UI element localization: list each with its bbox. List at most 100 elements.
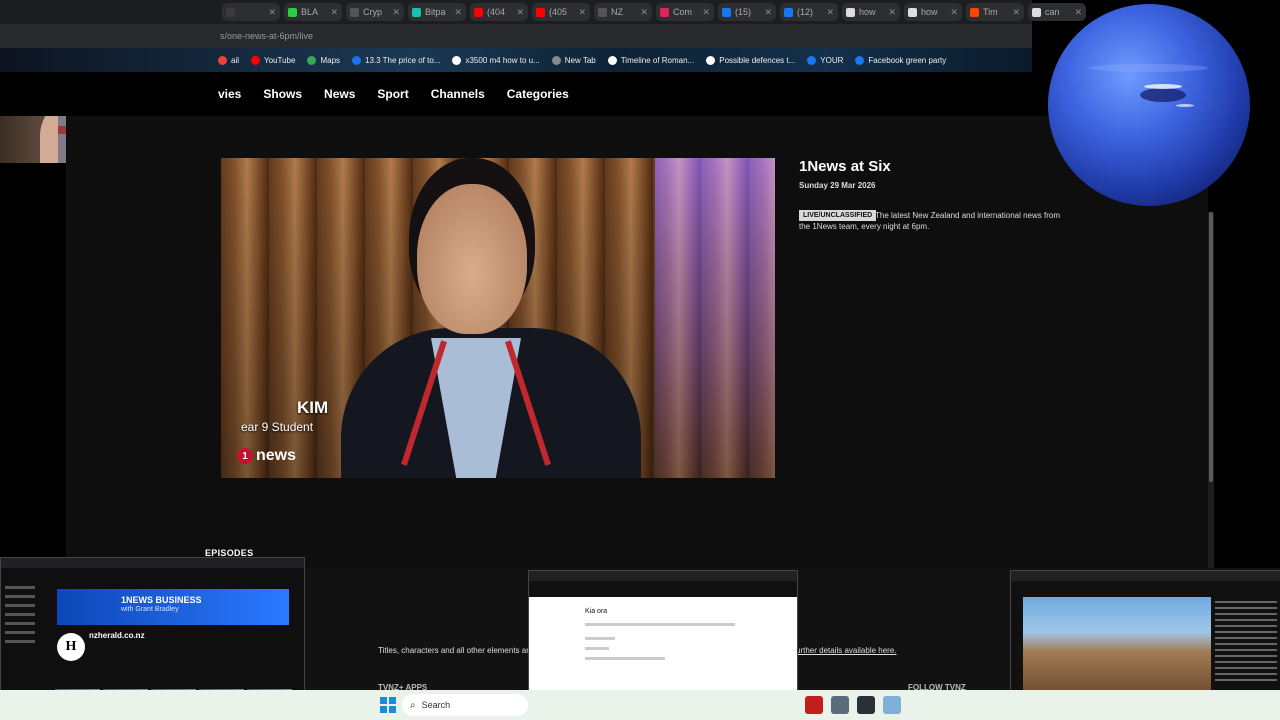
obs-icon[interactable]: [857, 696, 875, 714]
nav-item[interactable]: Shows: [263, 87, 302, 101]
tab-close-icon[interactable]: ✕: [888, 7, 896, 18]
kia-ora-heading: Kia ora: [585, 608, 608, 615]
footer-details-link[interactable]: urther details available here.: [796, 646, 897, 655]
nav-item[interactable]: Categories: [507, 87, 569, 101]
browser-tab[interactable]: (405 ✕: [532, 3, 590, 21]
page-scrollbar-thumb[interactable]: [1209, 212, 1213, 482]
nav-item[interactable]: News: [324, 87, 355, 101]
tab-label: Tim: [983, 7, 998, 17]
tab-close-icon[interactable]: ✕: [640, 7, 648, 18]
browser-tab[interactable]: Cryp ✕: [346, 3, 404, 21]
tab-label: NZ: [611, 7, 623, 17]
show-title: 1News at Six: [799, 158, 891, 175]
bookmark-favicon-icon: [352, 55, 362, 65]
bookmark-favicon-icon: [251, 55, 261, 65]
lower-third-name: KIM: [297, 398, 329, 417]
tab-close-icon[interactable]: ✕: [950, 7, 958, 18]
address-bar[interactable]: s/one-news-at-6pm/live: [0, 24, 1032, 48]
neptune-cloud-small: [1176, 104, 1194, 107]
bookmark-item[interactable]: New Tab: [551, 55, 596, 65]
bookmark-item[interactable]: 13.3 The price of to...: [352, 55, 441, 65]
browser-tab[interactable]: (15) ✕: [718, 3, 776, 21]
bookmark-item[interactable]: YOUR: [807, 55, 843, 65]
news-logo-number: 1: [237, 448, 253, 464]
browser-tab-strip: ✕ BLA ✕ Cryp ✕ Bitpa ✕ (404 ✕ (405 ✕ NZ ✕ Com ✕ (15) ✕ (1…: [0, 0, 1086, 24]
preview-line: [585, 657, 665, 660]
window-app-icon[interactable]: [883, 696, 901, 714]
tab-close-icon[interactable]: ✕: [268, 7, 276, 18]
tab-favicon-icon: [722, 7, 731, 17]
tab-close-icon[interactable]: ✕: [392, 7, 400, 18]
browser-tab[interactable]: BLA ✕: [284, 3, 342, 21]
tab-favicon-icon: [226, 7, 235, 17]
preview-line: [585, 623, 735, 626]
browser-tab[interactable]: how ✕: [842, 3, 900, 21]
nav-item[interactable]: vies: [218, 87, 241, 101]
site-nav: vies Shows News Sport Channels Categories: [0, 72, 1032, 116]
tab-label: (404: [487, 7, 506, 17]
bookmark-label: Possible defences t...: [719, 55, 796, 65]
video-person-head: [417, 184, 527, 334]
browser-tab[interactable]: Com ✕: [656, 3, 714, 21]
tab-close-icon[interactable]: ✕: [578, 7, 586, 18]
neptune-dark-spot: [1140, 88, 1186, 102]
windows-start-icon[interactable]: [380, 697, 396, 713]
bookmark-item[interactable]: Possible defences t...: [706, 55, 796, 65]
tab-close-icon[interactable]: ✕: [330, 7, 338, 18]
tab-favicon-icon: [412, 7, 421, 17]
tab-close-icon[interactable]: ✕: [764, 7, 772, 18]
bookmark-item[interactable]: Maps: [307, 55, 340, 65]
browser-tab[interactable]: can ✕: [1028, 3, 1086, 21]
tab-close-icon[interactable]: ✕: [516, 7, 524, 18]
address-url[interactable]: s/one-news-at-6pm/live: [220, 31, 313, 41]
browser-tab[interactable]: NZ ✕: [594, 3, 652, 21]
bookmark-label: x3500 m4 how to u...: [465, 55, 540, 65]
tab-close-icon[interactable]: ✕: [1012, 7, 1020, 18]
tab-close-icon[interactable]: ✕: [702, 7, 710, 18]
bookmark-item[interactable]: Timeline of Roman...: [607, 55, 695, 65]
bookmark-item[interactable]: Facebook green party: [855, 55, 947, 65]
tab-label: (12): [797, 7, 814, 17]
browser-tab[interactable]: Tim ✕: [966, 3, 1024, 21]
red-app-icon[interactable]: [805, 696, 823, 714]
news-logo-text: news: [256, 447, 297, 464]
tab-favicon-icon: [350, 7, 359, 17]
browser-tab[interactable]: (12) ✕: [780, 3, 838, 21]
tab-close-icon[interactable]: ✕: [1074, 7, 1082, 18]
tab-label: BLA: [301, 7, 319, 17]
tab-favicon-icon: [784, 7, 793, 17]
tab-favicon-icon: [474, 7, 483, 17]
neptune-planet-overlay: [1048, 4, 1250, 206]
news-logo: 1 news: [237, 447, 296, 465]
preview-tab-strip: [529, 571, 797, 581]
neptune-cloud: [1144, 84, 1182, 89]
tab-favicon-icon: [908, 7, 917, 17]
tab-close-icon[interactable]: ✕: [826, 7, 834, 18]
tab-label: (15): [735, 7, 752, 17]
settings-gear-icon[interactable]: [831, 696, 849, 714]
preview-tab-strip: [1011, 571, 1280, 581]
tab-close-icon[interactable]: ✕: [454, 7, 462, 18]
nav-item[interactable]: Sport: [377, 87, 408, 101]
bookmark-label: Timeline of Roman...: [620, 55, 695, 65]
browser-tab[interactable]: ✕: [222, 3, 280, 21]
browser-tab[interactable]: Bitpa ✕: [408, 3, 466, 21]
tab-label: Bitpa: [425, 7, 446, 17]
bookmark-item[interactable]: YouTube: [251, 55, 295, 65]
browser-tab[interactable]: how ✕: [904, 3, 962, 21]
tab-favicon-icon: [846, 7, 855, 17]
tab-label: Com: [673, 7, 693, 17]
bookmark-label: 13.3 The price of to...: [365, 55, 441, 65]
nav-item[interactable]: Channels: [431, 87, 485, 101]
browser-tab[interactable]: (404 ✕: [470, 3, 528, 21]
youtube-sidebar: [5, 580, 49, 700]
bookmark-item[interactable]: x3500 m4 how to u...: [452, 55, 540, 65]
preview-tab-strip: [1, 558, 304, 568]
taskbar-search[interactable]: ⌕ Search: [402, 694, 528, 716]
video-player[interactable]: KIM ear 9 Student 1 news: [221, 158, 775, 478]
news-stream-video: [1023, 597, 1211, 697]
bookmark-favicon-icon: [706, 55, 716, 65]
bookmark-label: Facebook green party: [868, 55, 947, 65]
windows-taskbar: [0, 690, 1280, 720]
bookmark-item[interactable]: ail: [218, 55, 239, 65]
